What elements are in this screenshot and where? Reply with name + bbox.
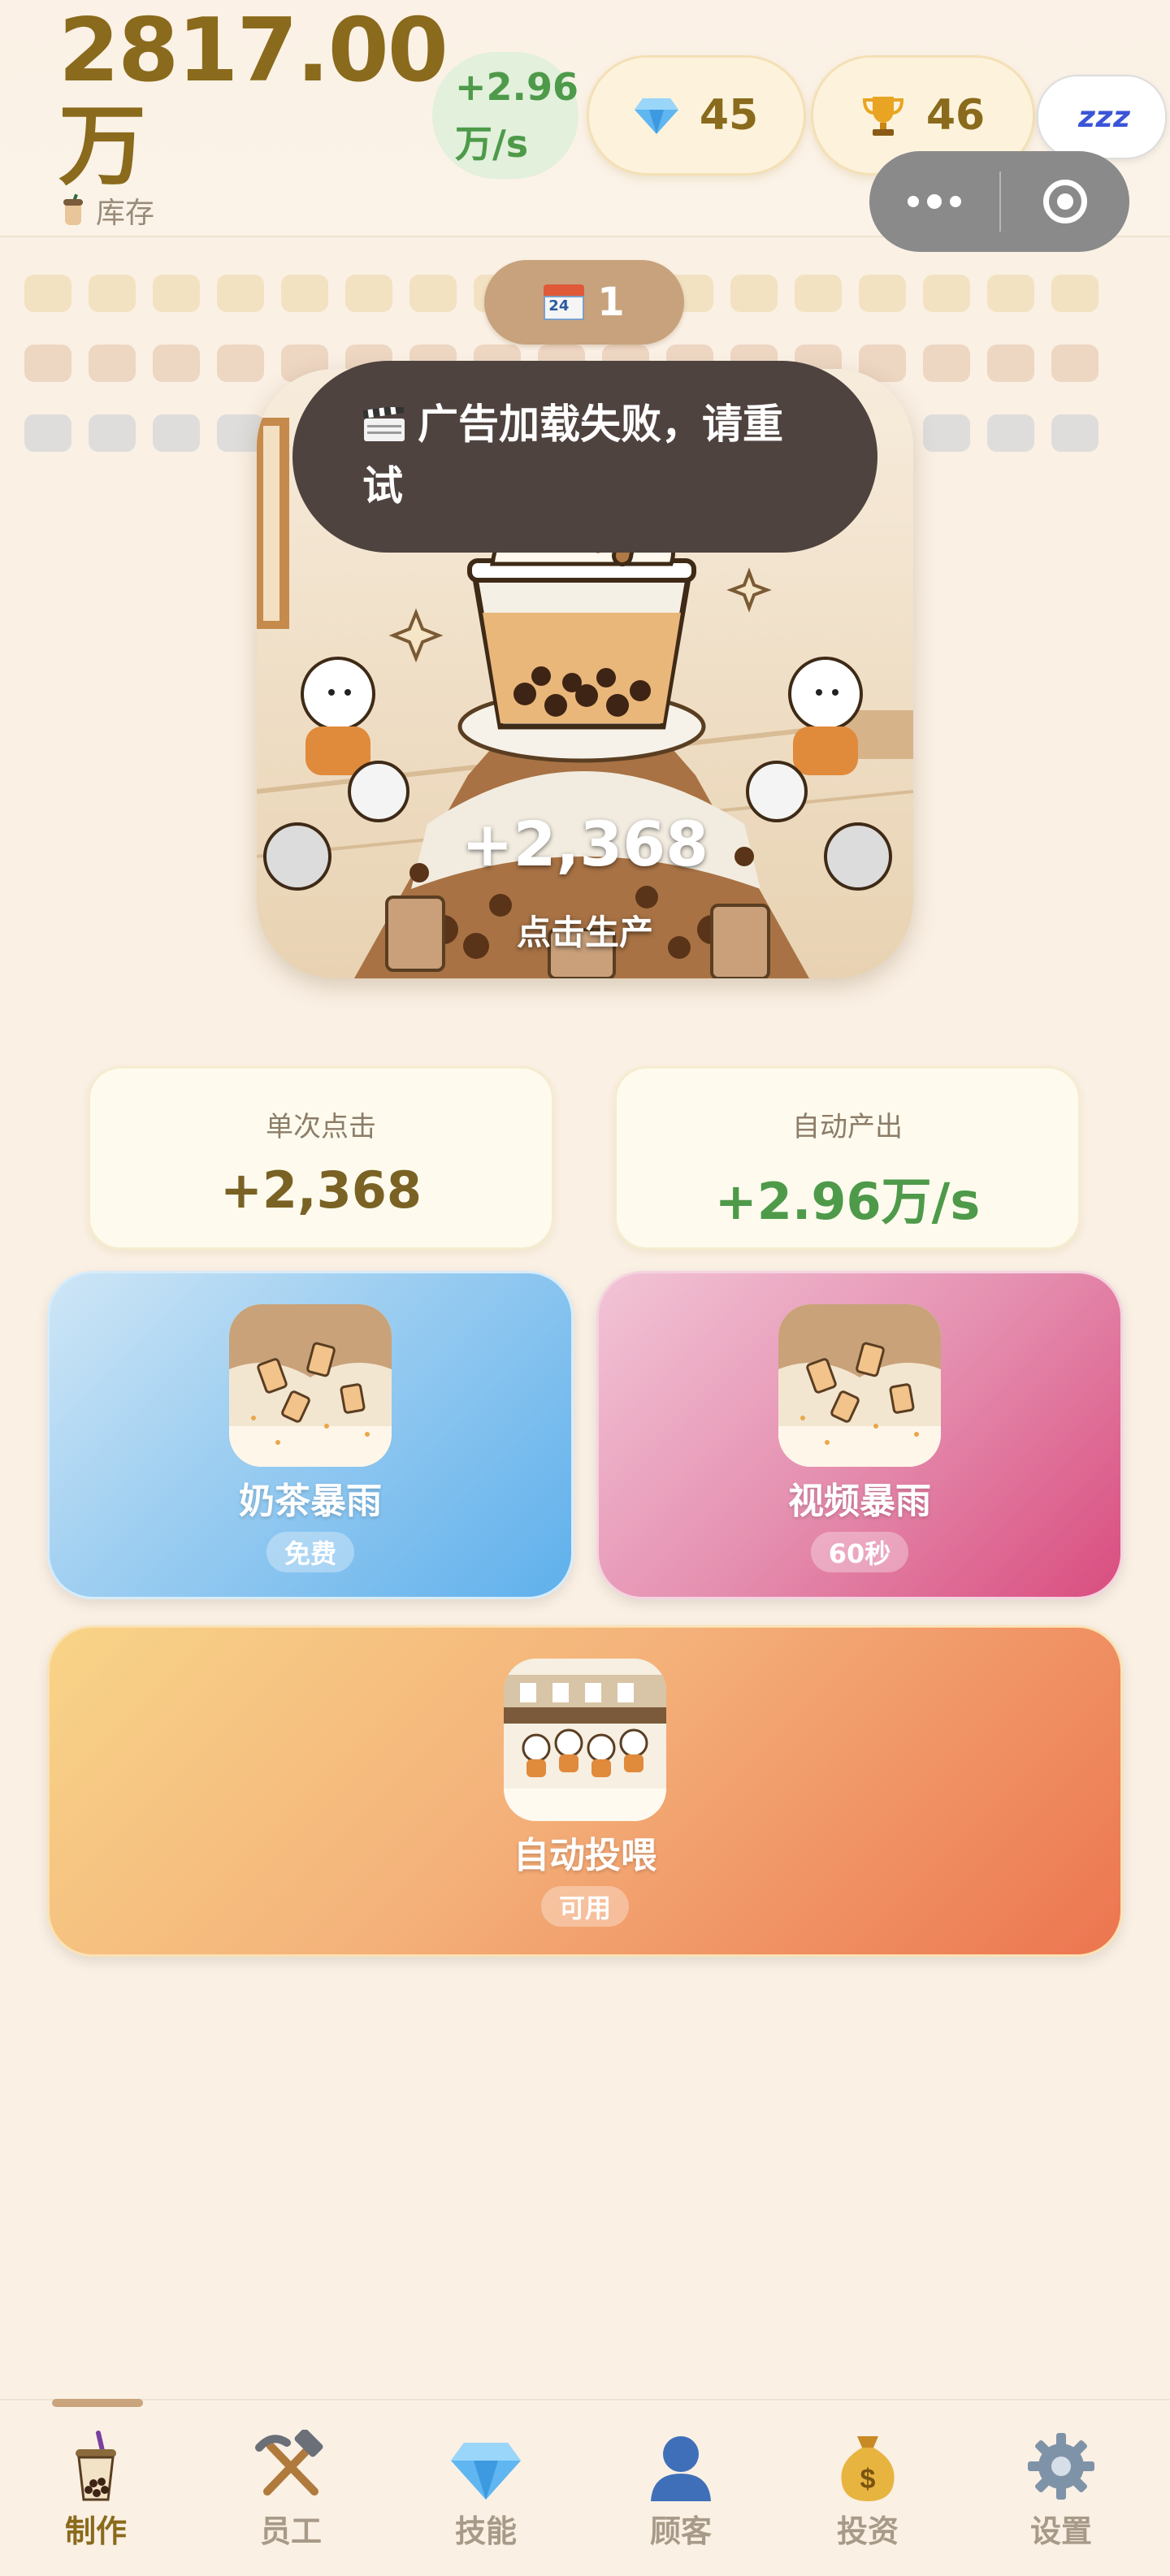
- background-pattern-icon: [89, 275, 136, 312]
- trophy-value: 46: [925, 91, 986, 140]
- click-stat-value: +2,368: [219, 1160, 422, 1220]
- background-pattern-icon: [89, 345, 136, 382]
- tab-customers[interactable]: 顾客: [616, 2430, 746, 2551]
- active-tab-indicator: [52, 2399, 143, 2407]
- background-pattern-icon: [217, 275, 264, 312]
- click-stat-label: 单次点击: [266, 1111, 376, 1143]
- more-dots-icon: [908, 196, 919, 207]
- tab-settings-label: 设置: [1029, 2513, 1092, 2549]
- tab-make-label: 制作: [64, 2513, 127, 2549]
- background-pattern-icon: [1051, 414, 1098, 452]
- background-pattern-icon: [153, 275, 200, 312]
- background-pattern-icon: [1051, 345, 1098, 382]
- background-pattern-icon: [281, 275, 328, 312]
- sleep-icon: z z z: [1078, 100, 1130, 134]
- rain-video-title: 视频暴雨: [788, 1481, 931, 1522]
- shop-level-badge[interactable]: 24 1: [484, 260, 684, 345]
- convenience-store-icon: 24: [544, 284, 585, 320]
- toast-text: 广告加载失败，请重试: [362, 401, 783, 510]
- milk-tea-icon: [62, 193, 84, 227]
- background-pattern-icon: [923, 345, 970, 382]
- person-icon: [644, 2430, 717, 2503]
- tab-skills-label: 技能: [454, 2513, 517, 2549]
- video-rain-button[interactable]: 视频暴雨 60秒: [596, 1271, 1123, 1599]
- gems-value: 45: [699, 91, 759, 140]
- auto-stat-value: +2.96万/s: [714, 1172, 981, 1231]
- background-pattern-icon: [1051, 275, 1098, 312]
- svg-text:$: $: [860, 2464, 876, 2495]
- rain-free-title: 奶茶暴雨: [239, 1481, 382, 1522]
- background-pattern-icon: [24, 345, 72, 382]
- toast-message: 广告加载失败，请重试: [292, 361, 878, 553]
- stock-value: 2817.00万: [58, 0, 448, 197]
- hammer-pick-icon: [254, 2428, 327, 2503]
- click-stat-card: 单次点击 +2,368: [88, 1066, 554, 1250]
- clapperboard-icon: [362, 398, 406, 441]
- milk-tea-rain-button[interactable]: 奶茶暴雨 免费: [47, 1271, 574, 1599]
- background-pattern-icon: [923, 414, 970, 452]
- gems-counter[interactable]: 45: [587, 55, 806, 176]
- auto-feed-button[interactable]: 自动投喂 可用: [47, 1625, 1123, 1957]
- milk-tea-icon: [59, 2430, 132, 2503]
- background-pattern-icon: [730, 275, 778, 312]
- auto-feed-icon: [504, 1659, 666, 1821]
- close-miniprogram-button[interactable]: [1001, 151, 1129, 252]
- tab-customers-label: 顾客: [649, 2513, 712, 2549]
- tab-invest[interactable]: $ 投资: [803, 2430, 933, 2551]
- production-rate-badge: +2.96万/s: [432, 52, 578, 179]
- tab-skills[interactable]: 技能: [421, 2430, 551, 2551]
- miniprogram-capsule: [869, 151, 1129, 252]
- background-pattern-icon: [923, 275, 970, 312]
- background-pattern-icon: [410, 275, 457, 312]
- trophy-icon: [861, 93, 905, 137]
- background-pattern-icon: [89, 414, 136, 452]
- tap-hint-label: 点击生产: [516, 913, 653, 952]
- tab-invest-label: 投资: [836, 2513, 899, 2549]
- gem-icon: [449, 2430, 522, 2503]
- tab-staff[interactable]: 员工: [226, 2428, 356, 2551]
- rain-video-tag: 60秒: [810, 1532, 909, 1572]
- background-pattern-icon: [24, 275, 72, 312]
- background-pattern-icon: [345, 275, 392, 312]
- background-pattern-icon: [859, 275, 906, 312]
- auto-feed-tag: 可用: [540, 1886, 629, 1927]
- auto-stat-label: 自动产出: [792, 1111, 903, 1143]
- tab-staff-label: 员工: [259, 2513, 322, 2549]
- background-pattern-icon: [24, 414, 72, 452]
- sleep-button[interactable]: z z z: [1037, 75, 1167, 159]
- tap-amount: +2,368: [461, 808, 709, 880]
- stock-label-row: 库存: [62, 190, 154, 231]
- rain-free-tag: 免费: [266, 1532, 354, 1572]
- video-rain-icon: [778, 1304, 941, 1467]
- background-pattern-icon: [153, 414, 200, 452]
- bottom-nav: [0, 2399, 1170, 2576]
- background-pattern-icon: [987, 345, 1034, 382]
- target-circle-icon: [1043, 180, 1087, 223]
- more-options-button[interactable]: [869, 151, 999, 252]
- background-pattern-icon: [987, 414, 1034, 452]
- background-pattern-icon: [795, 275, 842, 312]
- gem-icon: [634, 97, 678, 134]
- tea-rain-icon: [229, 1304, 392, 1467]
- tab-make[interactable]: 制作: [31, 2430, 161, 2551]
- auto-stat-card: 自动产出 +2.96万/s: [614, 1066, 1081, 1250]
- money-bag-icon: $: [831, 2430, 904, 2503]
- stock-label: 库存: [96, 197, 155, 230]
- background-pattern-icon: [153, 345, 200, 382]
- auto-feed-title: 自动投喂: [514, 1835, 656, 1876]
- tab-settings[interactable]: 设置: [996, 2430, 1126, 2551]
- background-pattern-icon: [217, 345, 264, 382]
- gear-icon: [1025, 2430, 1098, 2503]
- shop-level-value: 1: [597, 280, 625, 325]
- background-pattern-icon: [987, 275, 1034, 312]
